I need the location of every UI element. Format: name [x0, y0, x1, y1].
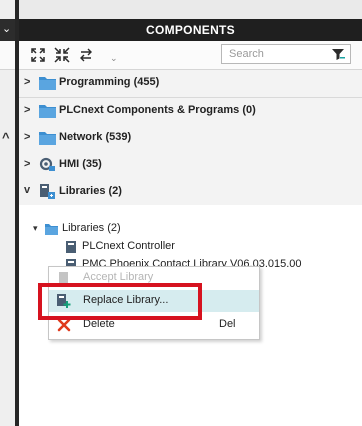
- category-label: Libraries (2): [59, 185, 122, 197]
- menu-item-accept-library[interactable]: Accept Library: [49, 267, 259, 289]
- menu-item-replace-library[interactable]: Replace Library...: [49, 290, 259, 312]
- menu-item-label: Accept Library: [83, 271, 154, 283]
- adjacent-panel: ⌄ ^: [0, 0, 16, 426]
- replace-library-icon: [57, 294, 71, 308]
- app-window: ⌄ ^ COMPONENTS ⌄ >: [0, 0, 362, 426]
- collapse-all-icon[interactable]: [54, 47, 70, 63]
- category-label: PLCnext Components & Programs (0): [59, 104, 256, 116]
- chevron-right-icon[interactable]: >: [24, 158, 30, 170]
- folder-icon: [39, 75, 56, 90]
- menu-item-label: Delete: [83, 318, 115, 330]
- panel-title: COMPONENTS: [19, 19, 362, 41]
- adjacent-panel-header: ⌄: [0, 19, 15, 41]
- category-programming[interactable]: > Programming (455): [19, 70, 362, 98]
- chevron-down-icon[interactable]: ▾: [33, 223, 38, 234]
- chevron-down-icon[interactable]: ⌄: [2, 22, 11, 35]
- accept-library-icon: [57, 271, 71, 285]
- folder-icon: [45, 223, 58, 235]
- adjacent-panel-toolbar: [0, 41, 15, 70]
- chevron-right-icon[interactable]: >: [24, 104, 30, 116]
- search-box: [221, 44, 351, 64]
- tree-item-label: PLCnext Controller: [82, 240, 175, 252]
- chevron-down-icon[interactable]: v: [24, 184, 30, 196]
- category-label: Network (539): [59, 131, 132, 143]
- category-libraries[interactable]: v Libraries (2): [19, 179, 362, 207]
- tree-folder-libraries[interactable]: ▾ Libraries (2): [33, 221, 153, 237]
- panel-top-strip: [19, 0, 362, 19]
- menu-item-delete[interactable]: Delete Del: [49, 314, 259, 336]
- chevron-right-icon[interactable]: >: [24, 131, 30, 143]
- components-panel: COMPONENTS ⌄ > Programming: [19, 0, 362, 426]
- folder-icon: [39, 103, 56, 118]
- category-hmi[interactable]: > HMI (35): [19, 152, 362, 180]
- chevron-right-icon[interactable]: >: [24, 76, 30, 88]
- context-menu: Accept Library Replace Library... Delete…: [48, 266, 260, 340]
- chevron-up-icon[interactable]: ^: [2, 130, 10, 145]
- tree-item-plcnext-controller[interactable]: PLCnext Controller: [65, 239, 265, 255]
- toolbar-overflow-icon[interactable]: ⌄: [110, 53, 118, 64]
- delete-icon: [57, 318, 71, 332]
- tree-folder-label: Libraries (2): [62, 222, 121, 234]
- category-label: HMI (35): [59, 158, 102, 170]
- swap-icon[interactable]: [78, 47, 94, 63]
- library-icon: [39, 184, 56, 199]
- menu-item-shortcut: Del: [219, 318, 236, 330]
- folder-icon: [39, 130, 56, 145]
- expand-all-icon[interactable]: [30, 47, 46, 63]
- category-plcnext-components[interactable]: > PLCnext Components & Programs (0): [19, 98, 362, 126]
- category-label: Programming (455): [59, 76, 160, 88]
- library-icon: [65, 241, 77, 253]
- hmi-icon: [39, 157, 56, 172]
- search-input[interactable]: [222, 45, 329, 63]
- menu-item-label: Replace Library...: [83, 294, 169, 306]
- category-network[interactable]: > Network (539): [19, 125, 362, 153]
- filter-icon[interactable]: [331, 47, 345, 61]
